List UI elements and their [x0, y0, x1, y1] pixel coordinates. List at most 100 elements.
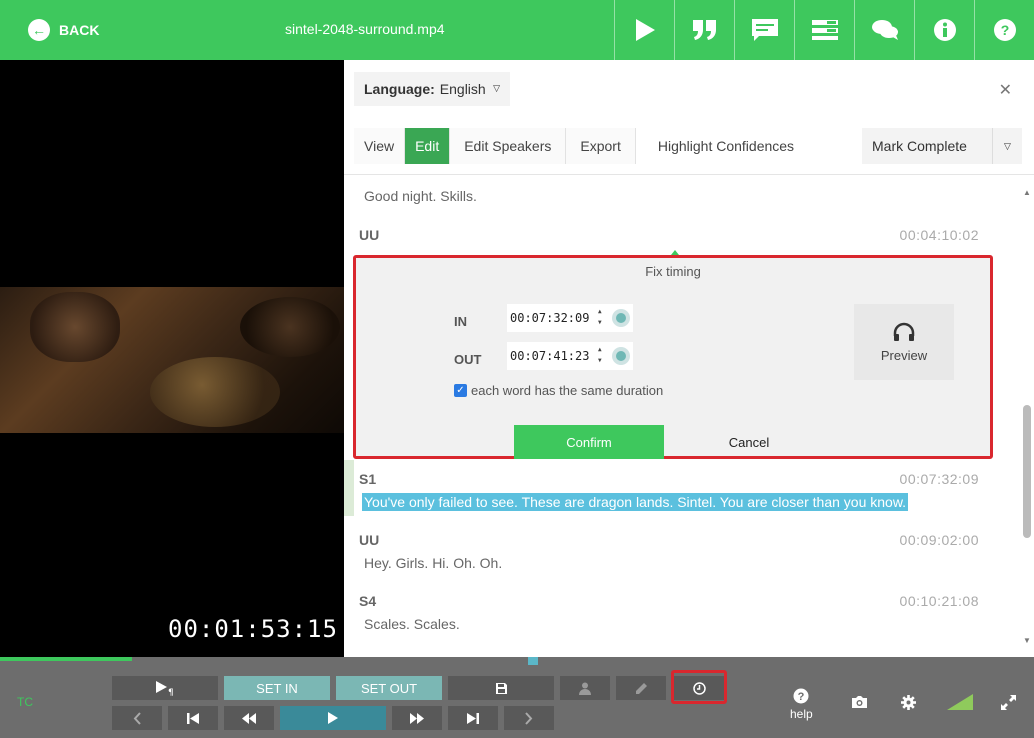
- camera-icon: [852, 696, 867, 708]
- same-duration-option[interactable]: ✓ each word has the same duration: [454, 383, 663, 398]
- in-time-stepper[interactable]: ▲ ▼: [598, 306, 602, 328]
- segment-text[interactable]: Hey. Girls. Hi. Oh. Oh.: [364, 555, 502, 571]
- save-icon: [495, 682, 507, 694]
- out-time-value: 00:07:41:23: [510, 349, 590, 363]
- video-frame: [0, 287, 344, 433]
- same-duration-checkbox[interactable]: ✓: [454, 384, 467, 397]
- comments-icon[interactable]: [854, 0, 914, 60]
- set-in-from-playhead-icon[interactable]: [612, 309, 630, 327]
- top-toolbar: ?: [614, 0, 1034, 60]
- list-icon[interactable]: [794, 0, 854, 60]
- fast-forward-button[interactable]: [392, 706, 442, 730]
- segment-text-selected[interactable]: You've only failed to see. These are dra…: [362, 493, 909, 511]
- fast-forward-icon: [410, 712, 424, 724]
- same-duration-label: each word has the same duration: [471, 383, 664, 398]
- skip-end-button[interactable]: [448, 706, 498, 730]
- segment-timestamp[interactable]: 00:10:21:08: [900, 593, 979, 609]
- help-label: help: [790, 707, 813, 721]
- scroll-up-icon[interactable]: ▲: [1023, 188, 1031, 197]
- segment-timestamp[interactable]: 00:07:32:09: [900, 471, 979, 487]
- confirm-button[interactable]: Confirm: [514, 425, 664, 459]
- play-button[interactable]: [280, 706, 386, 730]
- language-select[interactable]: Language: English ▽: [354, 72, 510, 106]
- chevron-left-icon: [133, 711, 141, 725]
- help-icon[interactable]: ?: [974, 0, 1034, 60]
- tc-label[interactable]: TC: [17, 695, 33, 709]
- rewind-icon: [242, 712, 256, 724]
- segment-text[interactable]: Good night. Skills.: [364, 188, 477, 204]
- chevron-right-icon: [525, 711, 533, 725]
- highlight-confidences-button[interactable]: Highlight Confidences: [635, 128, 809, 164]
- person-icon: [579, 682, 591, 695]
- pencil-icon: [635, 682, 647, 694]
- speaker-label[interactable]: UU: [359, 227, 379, 243]
- expand-icon: [1001, 695, 1016, 710]
- scroll-down-icon[interactable]: ▼: [1023, 636, 1031, 645]
- speaker-label[interactable]: UU: [359, 532, 379, 548]
- back-arrow-icon: ←: [28, 19, 50, 41]
- transcript-scrollbar[interactable]: ▲ ▼: [1020, 180, 1034, 645]
- svg-text:?: ?: [1000, 22, 1009, 38]
- progress-marker: [528, 657, 538, 665]
- speaker-label[interactable]: S1: [359, 471, 376, 487]
- segment-text[interactable]: Scales. Scales.: [364, 616, 460, 632]
- segment-timestamp[interactable]: 00:09:02:00: [900, 532, 979, 548]
- fullscreen-button[interactable]: [1001, 695, 1016, 710]
- panel-tabs: View Edit Edit Speakers Export Highlight…: [354, 128, 809, 164]
- out-time-input[interactable]: 00:07:41:23 ▲ ▼: [507, 342, 633, 370]
- preview-label: Preview: [880, 347, 928, 363]
- in-time-input[interactable]: 00:07:32:09 ▲ ▼: [507, 304, 633, 332]
- mark-complete-dropdown-icon[interactable]: ▽: [992, 128, 1022, 164]
- play-icon[interactable]: [614, 0, 674, 60]
- language-label: Language:: [364, 81, 435, 97]
- speaker-button[interactable]: [560, 676, 610, 700]
- mark-complete-group: ✓ Mark Complete ▽: [862, 128, 1022, 268]
- language-value: English: [439, 81, 486, 97]
- skip-back-icon: [187, 712, 199, 724]
- settings-button[interactable]: [901, 695, 916, 710]
- playback-progress[interactable]: [0, 657, 132, 661]
- help-control[interactable]: ? help: [790, 688, 813, 721]
- set-out-from-playhead-icon[interactable]: [612, 347, 630, 365]
- back-button[interactable]: ← BACK: [28, 17, 99, 43]
- tab-edit[interactable]: Edit: [405, 128, 451, 164]
- info-icon[interactable]: [914, 0, 974, 60]
- cancel-button[interactable]: Cancel: [681, 425, 817, 459]
- paragraph-play-button[interactable]: ¶: [112, 676, 218, 700]
- tab-export[interactable]: Export: [566, 128, 636, 164]
- help-circle-icon: ?: [793, 688, 809, 704]
- play-control-icon: [328, 712, 338, 724]
- headphones-icon: [893, 322, 915, 341]
- volume-control[interactable]: [947, 694, 973, 710]
- video-timecode: 00:01:53:15: [168, 615, 338, 643]
- next-segment-button[interactable]: [504, 706, 554, 730]
- skip-forward-icon: [467, 712, 479, 724]
- save-button[interactable]: [448, 676, 554, 700]
- set-in-button[interactable]: SET IN: [224, 676, 330, 700]
- mark-complete-label: Mark Complete: [872, 138, 967, 154]
- rewind-button[interactable]: [224, 706, 274, 730]
- fix-timing-dialog: Fix timing IN 00:07:32:09 ▲ ▼ OUT 00:07:4…: [353, 255, 993, 459]
- mark-complete-button[interactable]: ✓ Mark Complete: [862, 128, 992, 268]
- in-time-value: 00:07:32:09: [510, 311, 590, 325]
- speaker-label[interactable]: S4: [359, 593, 376, 609]
- out-label: OUT: [454, 352, 482, 367]
- fix-timing-highlight: [671, 670, 727, 704]
- out-time-stepper[interactable]: ▲ ▼: [598, 344, 602, 366]
- file-name: sintel-2048-surround.mp4: [285, 21, 445, 37]
- segment-timestamp[interactable]: 00:04:10:02: [900, 227, 979, 243]
- close-icon[interactable]: ✕: [999, 80, 1012, 100]
- video-player[interactable]: [0, 60, 344, 657]
- subtitle-icon[interactable]: [734, 0, 794, 60]
- quote-icon[interactable]: [674, 0, 734, 60]
- tab-edit-speakers[interactable]: Edit Speakers: [450, 128, 567, 164]
- top-bar: ← BACK sintel-2048-surround.mp4 ?: [0, 0, 1034, 60]
- tab-view[interactable]: View: [354, 128, 406, 164]
- edit-button[interactable]: [616, 676, 666, 700]
- snapshot-button[interactable]: [851, 695, 868, 709]
- preview-button[interactable]: Preview: [854, 304, 954, 380]
- skip-start-button[interactable]: [168, 706, 218, 730]
- scroll-thumb[interactable]: [1023, 405, 1031, 538]
- previous-segment-button[interactable]: [112, 706, 162, 730]
- set-out-button[interactable]: SET OUT: [336, 676, 442, 700]
